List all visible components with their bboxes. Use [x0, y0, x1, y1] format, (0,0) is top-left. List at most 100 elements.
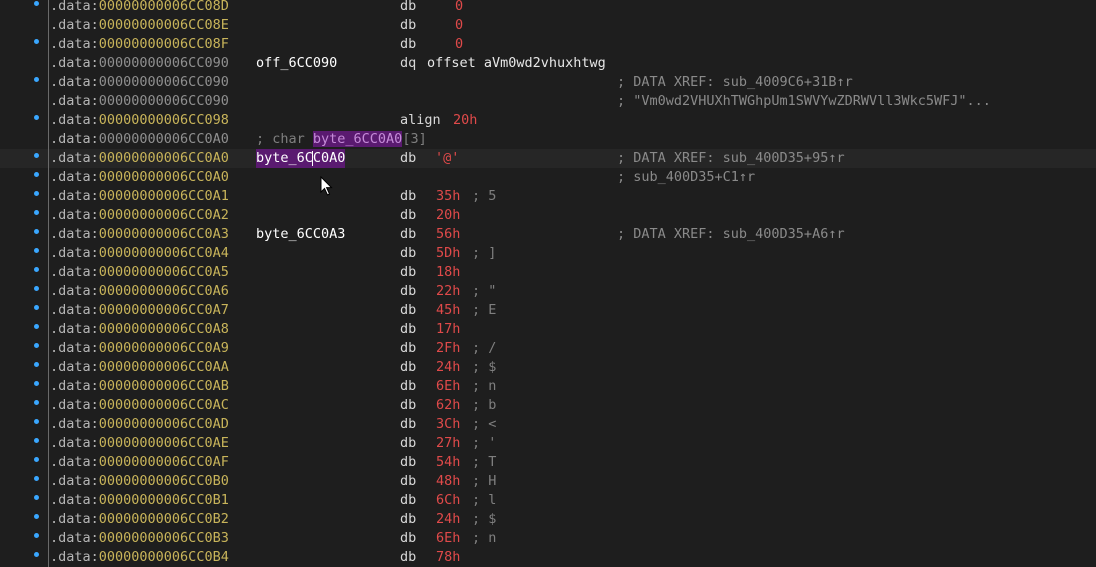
- row-mnemonic: db: [400, 397, 417, 413]
- row-address[interactable]: .data:00000000006CC090: [50, 73, 229, 92]
- char-comment: ; /: [472, 340, 497, 356]
- row-address[interactable]: .data:00000000006CC0A8: [50, 320, 229, 339]
- row-address[interactable]: .data:00000000006CC0A0: [50, 168, 229, 187]
- listing-row[interactable]: .data:00000000006CC0B3 db 6Eh ; n: [0, 529, 1096, 548]
- row-address[interactable]: .data:00000000006CC090: [50, 54, 229, 73]
- row-address[interactable]: .data:00000000006CC0B1: [50, 491, 229, 510]
- row-label[interactable]: off_6CC090: [256, 54, 337, 73]
- row-address[interactable]: .data:00000000006CC08E: [50, 16, 229, 35]
- row-address[interactable]: .data:00000000006CC0AC: [50, 396, 229, 415]
- xref-comment[interactable]: ; sub_400D35+C1↑r: [617, 168, 755, 187]
- row-operand[interactable]: 62h: [436, 396, 460, 415]
- listing-row[interactable]: .data:00000000006CC0A3 byte_6CC0A3 db 56h ; …: [0, 225, 1096, 244]
- listing-row[interactable]: .data:00000000006CC0AA db 24h ; $: [0, 358, 1096, 377]
- listing-row[interactable]: .data:00000000006CC0A9 db 2Fh ; /: [0, 339, 1096, 358]
- row-address[interactable]: .data:00000000006CC0A3: [50, 225, 229, 244]
- row-address[interactable]: .data:00000000006CC0B0: [50, 472, 229, 491]
- listing-row[interactable]: .data:00000000006CC0A0 ; sub_400D35+C1↑r: [0, 168, 1096, 187]
- listing-row[interactable]: .data:00000000006CC08F db 0: [0, 35, 1096, 54]
- row-address[interactable]: .data:00000000006CC0AD: [50, 415, 229, 434]
- row-marker-dot-icon: [34, 248, 39, 253]
- row-operand[interactable]: 17h: [436, 320, 460, 339]
- row-operand[interactable]: 5Dh: [436, 244, 460, 263]
- row-label[interactable]: byte_6CC0A3: [256, 225, 345, 244]
- row-address[interactable]: .data:00000000006CC08D: [50, 0, 229, 16]
- row-operand[interactable]: 6Ch: [436, 491, 460, 510]
- row-address[interactable]: .data:00000000006CC0A0: [50, 149, 229, 168]
- listing-row[interactable]: .data:00000000006CC090 ; "Vm0wd2VHUXhTWGh…: [0, 92, 1096, 111]
- xref-comment[interactable]: ; "Vm0wd2VHUXhTWGhpUm1SWVYwZDRWVll3Wkc5W…: [617, 92, 991, 111]
- row-label[interactable]: byte_6CC0A0: [256, 149, 346, 168]
- row-operand[interactable]: 27h: [436, 434, 460, 453]
- row-address[interactable]: .data:00000000006CC0A9: [50, 339, 229, 358]
- row-operand[interactable]: 2Fh: [436, 339, 460, 358]
- row-operand[interactable]: 48h: [436, 472, 460, 491]
- row-operand[interactable]: 56h: [436, 225, 460, 244]
- row-operand[interactable]: 6Eh: [436, 529, 460, 548]
- row-operand[interactable]: 35h: [436, 187, 460, 206]
- row-address[interactable]: .data:00000000006CC0AB: [50, 377, 229, 396]
- xref-comment[interactable]: ; DATA XREF: sub_4009C6+31B↑r: [617, 73, 853, 92]
- row-address[interactable]: .data:00000000006CC0A6: [50, 282, 229, 301]
- listing-row[interactable]: .data:00000000006CC0B2 db 24h ; $: [0, 510, 1096, 529]
- row-address[interactable]: .data:00000000006CC0A4: [50, 244, 229, 263]
- row-address[interactable]: .data:00000000006CC0B4: [50, 548, 229, 567]
- row-operand[interactable]: 0: [455, 16, 463, 35]
- listing-row[interactable]: .data:00000000006CC0A0 ; char byte_6CC0A0…: [0, 130, 1096, 149]
- row-operand[interactable]: 20h: [453, 111, 477, 130]
- row-marker-dot-icon: [34, 514, 39, 519]
- row-address[interactable]: .data:00000000006CC08F: [50, 35, 229, 54]
- listing-row[interactable]: .data:00000000006CC0AD db 3Ch ; <: [0, 415, 1096, 434]
- listing-row[interactable]: .data:00000000006CC08D db 0: [0, 0, 1096, 16]
- flow-line: [48, 35, 49, 54]
- row-operand[interactable]: 24h: [436, 358, 460, 377]
- row-address[interactable]: .data:00000000006CC0A0: [50, 130, 229, 149]
- listing-row[interactable]: .data:00000000006CC0A4 db 5Dh ; ]: [0, 244, 1096, 263]
- listing-row[interactable]: .data:00000000006CC08E db 0: [0, 16, 1096, 35]
- row-operand[interactable]: 78h: [436, 548, 460, 567]
- row-operand[interactable]: 20h: [436, 206, 460, 225]
- row-address[interactable]: .data:00000000006CC0B2: [50, 510, 229, 529]
- listing-row[interactable]: .data:00000000006CC0A5 db 18h: [0, 263, 1096, 282]
- row-operand[interactable]: 18h: [436, 263, 460, 282]
- row-address[interactable]: .data:00000000006CC0AF: [50, 453, 229, 472]
- row-address[interactable]: .data:00000000006CC0A7: [50, 301, 229, 320]
- row-operand[interactable]: 3Ch: [436, 415, 460, 434]
- row-operand[interactable]: 45h: [436, 301, 460, 320]
- row-address[interactable]: .data:00000000006CC0B3: [50, 529, 229, 548]
- disassembly-listing[interactable]: .data:00000000006CC08D db 0 .data:000000000…: [0, 0, 1096, 567]
- row-address[interactable]: .data:00000000006CC0A5: [50, 263, 229, 282]
- row-operand[interactable]: 22h: [436, 282, 460, 301]
- row-address[interactable]: .data:00000000006CC098: [50, 111, 229, 130]
- row-address[interactable]: .data:00000000006CC0A2: [50, 206, 229, 225]
- row-operand[interactable]: offset aVm0wd2vhuxhtwg: [427, 54, 606, 73]
- row-address[interactable]: .data:00000000006CC0AE: [50, 434, 229, 453]
- row-operand[interactable]: '@': [435, 149, 459, 168]
- listing-row[interactable]: .data:00000000006CC0AF db 54h ; T: [0, 453, 1096, 472]
- row-address[interactable]: .data:00000000006CC0A1: [50, 187, 229, 206]
- xref-comment[interactable]: ; DATA XREF: sub_400D35+A6↑r: [617, 225, 845, 244]
- row-operand[interactable]: 6Eh: [436, 377, 460, 396]
- row-operand[interactable]: 24h: [436, 510, 460, 529]
- row-address[interactable]: .data:00000000006CC0AA: [50, 358, 229, 377]
- listing-row[interactable]: .data:00000000006CC090 off_6CC090 dq offset…: [0, 54, 1096, 73]
- listing-row[interactable]: .data:00000000006CC098 align 20h: [0, 111, 1096, 130]
- listing-row[interactable]: .data:00000000006CC0AB db 6Eh ; n: [0, 377, 1096, 396]
- listing-row[interactable]: .data:00000000006CC0B0 db 48h ; H: [0, 472, 1096, 491]
- listing-row[interactable]: .data:00000000006CC0A8 db 17h: [0, 320, 1096, 339]
- row-operand[interactable]: 54h: [436, 453, 460, 472]
- listing-row[interactable]: .data:00000000006CC0A6 db 22h ; ": [0, 282, 1096, 301]
- listing-row[interactable]: .data:00000000006CC0B1 db 6Ch ; l: [0, 491, 1096, 510]
- listing-row[interactable]: .data:00000000006CC0A2 db 20h: [0, 206, 1096, 225]
- listing-row[interactable]: .data:00000000006CC0B4 db 78h: [0, 548, 1096, 567]
- listing-row[interactable]: .data:00000000006CC0A7 db 45h ; E: [0, 301, 1096, 320]
- listing-row[interactable]: .data:00000000006CC090 ; DATA XREF: sub_4…: [0, 73, 1096, 92]
- listing-row[interactable]: .data:00000000006CC0AC db 62h ; b: [0, 396, 1096, 415]
- row-operand[interactable]: 0: [455, 35, 463, 54]
- xref-comment[interactable]: ; DATA XREF: sub_400D35+95↑r: [617, 149, 845, 168]
- row-address[interactable]: .data:00000000006CC090: [50, 92, 229, 111]
- listing-row[interactable]: .data:00000000006CC0A0 byte_6CC0A0 db '@' ; …: [0, 149, 1096, 168]
- listing-row[interactable]: .data:00000000006CC0AE db 27h ; ': [0, 434, 1096, 453]
- row-operand[interactable]: 0: [455, 0, 463, 16]
- listing-row[interactable]: .data:00000000006CC0A1 db 35h ; 5: [0, 187, 1096, 206]
